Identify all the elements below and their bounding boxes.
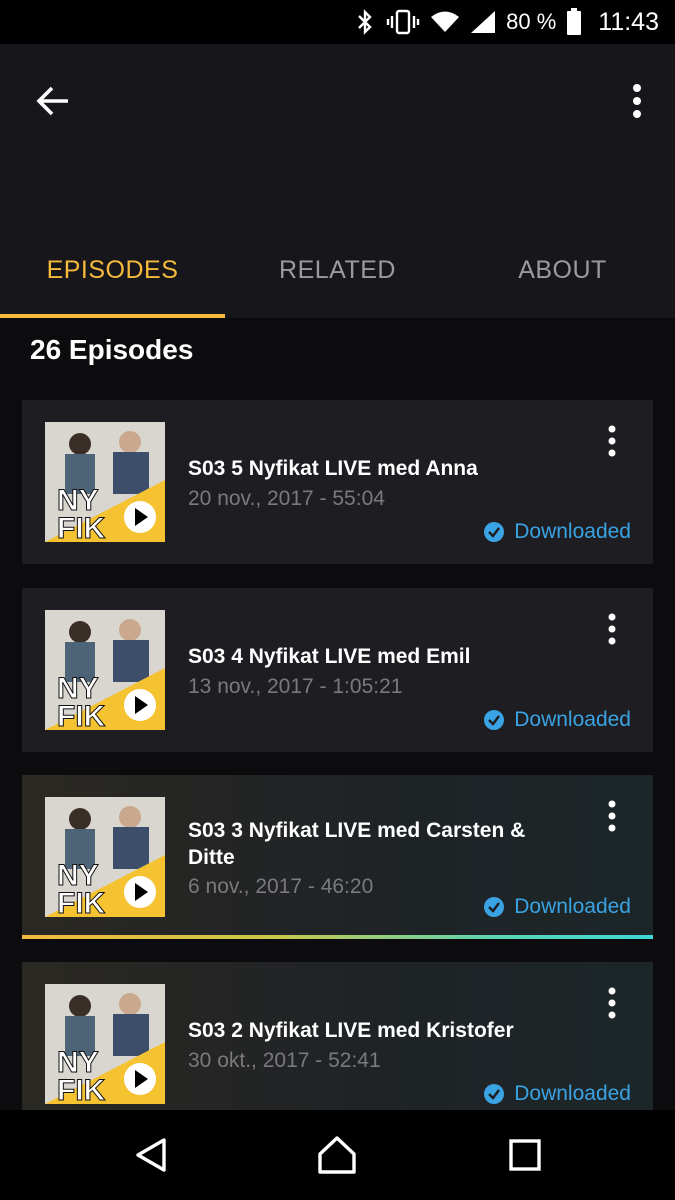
download-status: Downloaded	[484, 1082, 631, 1106]
more-vert-icon	[633, 84, 641, 118]
bluetooth-icon	[358, 9, 372, 35]
download-label: Downloaded	[514, 895, 631, 918]
episode-menu-button[interactable]	[605, 612, 619, 646]
tab-related[interactable]: RELATED	[225, 222, 450, 318]
episode-title: S03 2 Nyfikat LIVE med Kristofer	[188, 1019, 514, 1042]
episode-meta: 6 nov., 2017 - 46:20	[188, 875, 374, 898]
tab-indicator	[0, 314, 225, 318]
episode-title: S03 3 Nyfikat LIVE med Carsten & Ditte	[188, 819, 526, 869]
check-circle-icon	[484, 710, 505, 730]
status-icons: 80 % 11:43	[354, 0, 659, 44]
nav-recents-button[interactable]	[500, 1132, 550, 1178]
download-label: Downloaded	[514, 520, 631, 543]
tab-label: ABOUT	[518, 255, 607, 284]
battery-icon	[567, 8, 582, 35]
episode-thumbnail[interactable]: NY FIK	[45, 984, 165, 1104]
back-arrow-icon	[36, 86, 68, 116]
podcast-artwork: NY FIK	[45, 610, 165, 730]
download-status: Downloaded	[484, 895, 631, 919]
svg-text:FIK: FIK	[57, 700, 106, 730]
back-button[interactable]	[30, 78, 76, 124]
svg-text:FIK: FIK	[57, 1074, 106, 1104]
tab-label: RELATED	[279, 255, 396, 284]
episode-meta: 20 nov., 2017 - 55:04	[188, 487, 385, 510]
podcast-artwork: NY FIK	[45, 984, 165, 1104]
podcast-artwork: NY FIK	[45, 422, 165, 542]
tab-label: EPISODES	[46, 255, 179, 284]
tab-bar: EPISODES RELATED ABOUT	[0, 222, 675, 318]
episode-title: S03 5 Nyfikat LIVE med Anna	[188, 457, 478, 480]
episode-card[interactable]: NY FIK S03 5 Nyfikat LIVE med Anna 20 no…	[22, 400, 653, 564]
system-nav-bar	[0, 1110, 675, 1200]
episode-meta: 30 okt., 2017 - 52:41	[188, 1049, 381, 1072]
episode-thumbnail[interactable]: NY FIK	[45, 422, 165, 542]
download-status: Downloaded	[484, 708, 631, 732]
svg-text:FIK: FIK	[57, 887, 106, 917]
podcast-artwork: NY FIK	[45, 797, 165, 917]
back-triangle-icon	[136, 1138, 166, 1172]
episode-menu-button[interactable]	[605, 424, 619, 458]
more-vert-icon	[608, 800, 616, 832]
check-circle-icon	[484, 522, 505, 542]
battery-percent: 80 %	[506, 9, 557, 34]
tab-about[interactable]: ABOUT	[450, 222, 675, 318]
more-vert-icon	[608, 613, 616, 645]
episode-card[interactable]: NY FIK S03 4 Nyfikat LIVE med Emil 13 no…	[22, 588, 653, 752]
episode-menu-button[interactable]	[605, 799, 619, 833]
episode-title: S03 4 Nyfikat LIVE med Emil	[188, 645, 471, 668]
more-vert-icon	[608, 425, 616, 457]
clock: 11:43	[598, 7, 659, 36]
episode-thumbnail[interactable]: NY FIK	[45, 797, 165, 917]
download-label: Downloaded	[514, 708, 631, 731]
wifi-icon	[431, 11, 460, 32]
app-bar: EPISODES RELATED ABOUT	[0, 44, 675, 318]
nav-back-button[interactable]	[126, 1132, 176, 1178]
playback-progress-bar	[22, 935, 653, 939]
recents-square-icon	[509, 1139, 541, 1171]
home-icon	[318, 1136, 356, 1174]
svg-text:FIK: FIK	[57, 512, 106, 542]
vibrate-icon	[386, 9, 420, 35]
episode-meta: 13 nov., 2017 - 1:05:21	[188, 675, 403, 698]
more-vert-icon	[608, 987, 616, 1019]
episode-menu-button[interactable]	[605, 986, 619, 1020]
check-circle-icon	[484, 1084, 505, 1104]
download-label: Downloaded	[514, 1082, 631, 1105]
tab-episodes[interactable]: EPISODES	[0, 222, 225, 318]
status-bar: 80 % 11:43	[0, 0, 675, 44]
episode-card[interactable]: NY FIK S03 3 Nyfikat LIVE med Carsten & …	[22, 775, 653, 939]
episode-count: 26 Episodes	[30, 334, 194, 365]
nav-home-button[interactable]	[312, 1132, 362, 1178]
download-status: Downloaded	[484, 520, 631, 544]
episode-thumbnail[interactable]: NY FIK	[45, 610, 165, 730]
signal-icon	[471, 11, 496, 33]
check-circle-icon	[484, 897, 505, 917]
more-options-button[interactable]	[625, 78, 649, 124]
episode-card[interactable]: NY FIK S03 2 Nyfikat LIVE med Kristofer …	[22, 962, 653, 1110]
